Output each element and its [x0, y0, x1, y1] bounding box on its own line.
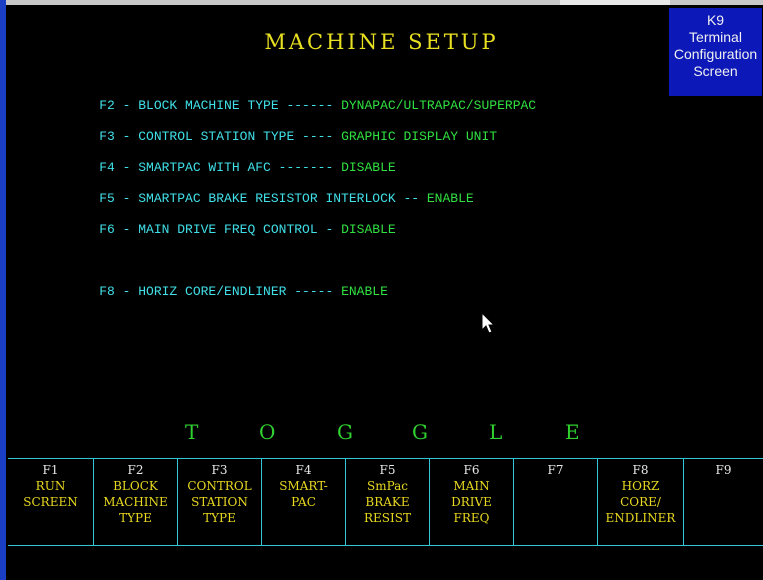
fkey-number: F9 — [715, 463, 732, 477]
toggle-letter: G — [337, 420, 353, 444]
toggle-letter: G — [412, 420, 428, 444]
setting-value: ENABLE — [426, 191, 474, 206]
fkey-number: F1 — [42, 463, 59, 477]
setting-row-main-drive-freq: F6 - MAIN DRIVE FREQ CONTROL - DISABLE — [68, 207, 396, 252]
f7-button[interactable]: F7 — [514, 459, 598, 545]
f6-main-drive-freq-button[interactable]: F6 MAIN DRIVE FREQ — [430, 459, 514, 545]
f8-horz-core-endliner-button[interactable]: F8 HORZ CORE/ ENDLINER — [598, 459, 684, 545]
fkey-label: CONTROL STATION TYPE — [187, 479, 252, 525]
setting-label: F8 - HORIZ CORE/ENDLINER ----- — [99, 284, 342, 299]
fkey-number: F3 — [211, 463, 228, 477]
fkey-label: SmPac BRAKE RESIST — [364, 479, 411, 525]
left-edge-bar — [0, 0, 6, 580]
fkey-label: BLOCK MACHINE TYPE — [103, 479, 168, 525]
page-title: MACHINE SETUP — [264, 30, 499, 54]
k9-terminal-configuration-button[interactable]: K9 Terminal Configuration Screen — [669, 8, 762, 96]
function-key-bar: F1 RUN SCREEN F2 BLOCK MACHINE TYPE F3 C… — [8, 458, 763, 546]
fkey-number: F6 — [463, 463, 480, 477]
setting-value: DISABLE — [341, 160, 396, 175]
k9-line2: Terminal — [689, 29, 742, 45]
f5-smpac-brake-resist-button[interactable]: F5 SmPac BRAKE RESIST — [346, 459, 430, 545]
f1-run-screen-button[interactable]: F1 RUN SCREEN — [8, 459, 94, 545]
fkey-label: SMART- PAC — [279, 479, 328, 509]
toggle-banner: T O G G L E — [0, 420, 763, 448]
fkey-number: F4 — [295, 463, 312, 477]
setting-label: F5 - SMARTPAC BRAKE RESISTOR INTERLOCK -… — [99, 191, 427, 206]
setting-value: DYNAPAC/ULTRAPAC/SUPERPAC — [341, 98, 537, 113]
setting-label: F3 - CONTROL STATION TYPE ---- — [99, 129, 342, 144]
f2-block-machine-type-button[interactable]: F2 BLOCK MACHINE TYPE — [94, 459, 178, 545]
window-top-strip — [0, 0, 763, 5]
mouse-pointer-icon — [481, 312, 496, 334]
fkey-label: RUN SCREEN — [23, 479, 78, 509]
f9-button[interactable]: F9 — [684, 459, 763, 545]
f4-smartpac-button[interactable]: F4 SMART- PAC — [262, 459, 346, 545]
fkey-number: F2 — [127, 463, 144, 477]
toggle-letter: T — [185, 420, 199, 444]
toggle-letter: E — [565, 420, 580, 444]
fkey-number: F8 — [632, 463, 649, 477]
f3-control-station-type-button[interactable]: F3 CONTROL STATION TYPE — [178, 459, 262, 545]
fkey-number: F7 — [547, 463, 564, 477]
setting-value: DISABLE — [341, 222, 396, 237]
fkey-label: HORZ CORE/ ENDLINER — [605, 479, 676, 525]
setting-label: F4 - SMARTPAC WITH AFC ------- — [99, 160, 342, 175]
k9-label: K9 — [706, 12, 725, 28]
toggle-letter: L — [489, 420, 503, 444]
setting-label: F2 - BLOCK MACHINE TYPE ------ — [99, 98, 342, 113]
k9-line4: Screen — [693, 63, 738, 79]
toggle-letter: O — [259, 420, 276, 444]
k9-line3: Configuration — [673, 46, 758, 62]
setting-label: F6 - MAIN DRIVE FREQ CONTROL - — [99, 222, 342, 237]
setting-value: GRAPHIC DISPLAY UNIT — [341, 129, 498, 144]
fkey-number: F5 — [379, 463, 396, 477]
machine-setup-screen: MACHINE SETUP K9 Terminal Configuration … — [0, 0, 763, 580]
window-tab — [560, 0, 670, 5]
setting-value: ENABLE — [341, 284, 388, 299]
fkey-label: MAIN DRIVE FREQ — [451, 479, 492, 525]
setting-row-horiz-core-endliner: F8 - HORIZ CORE/ENDLINER ----- ENABLE — [68, 269, 388, 314]
